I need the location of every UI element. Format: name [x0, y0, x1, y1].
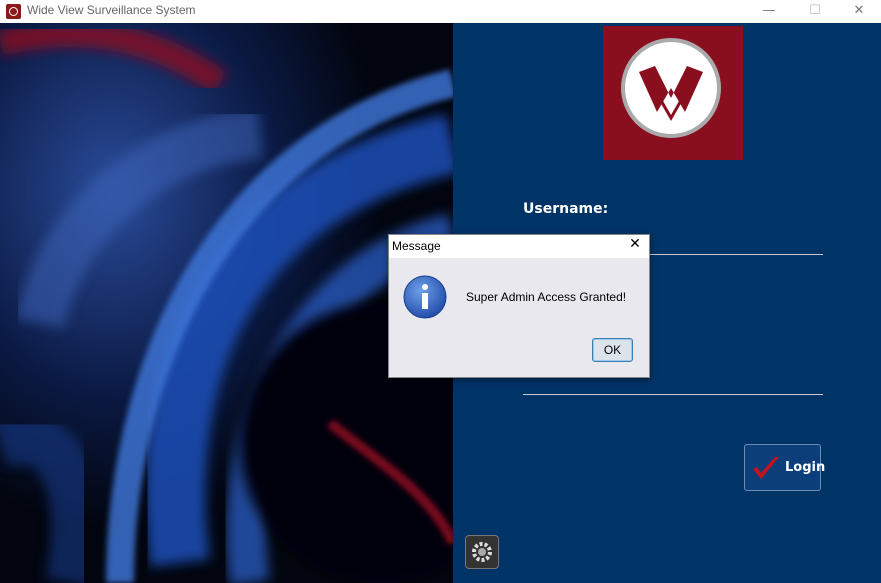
- gear-icon: [472, 542, 492, 562]
- login-button-label: Login: [785, 460, 826, 475]
- dialog-close-button[interactable]: ✕: [625, 236, 645, 252]
- settings-button[interactable]: [465, 535, 499, 569]
- message-dialog: Message ✕ Super Admin Access Granted! OK: [388, 234, 650, 378]
- dialog-title-bar: Message ✕: [389, 235, 649, 258]
- password-field[interactable]: [523, 394, 823, 395]
- username-label: Username:: [523, 201, 609, 217]
- swirl-artwork: [0, 23, 453, 583]
- ok-button[interactable]: OK: [592, 338, 633, 362]
- maximize-button[interactable]: ☐: [792, 0, 838, 23]
- dialog-message: Super Admin Access Granted!: [466, 290, 627, 304]
- dialog-title: Message: [392, 239, 441, 253]
- minimize-button[interactable]: —: [746, 0, 792, 23]
- login-button[interactable]: Login: [744, 444, 825, 491]
- close-window-button[interactable]: ✕: [836, 0, 881, 23]
- app-logo-icon: [6, 4, 21, 19]
- title-bar: Wide View Surveillance System — ☐ ✕: [0, 0, 881, 23]
- w-emblem: [639, 66, 703, 122]
- checkmark-icon: [753, 457, 779, 479]
- info-icon: [403, 275, 447, 319]
- background-artwork: [0, 23, 453, 583]
- logo-circle: [621, 38, 721, 138]
- w-logo-icon: [603, 26, 743, 160]
- window-title: Wide View Surveillance System: [27, 3, 196, 17]
